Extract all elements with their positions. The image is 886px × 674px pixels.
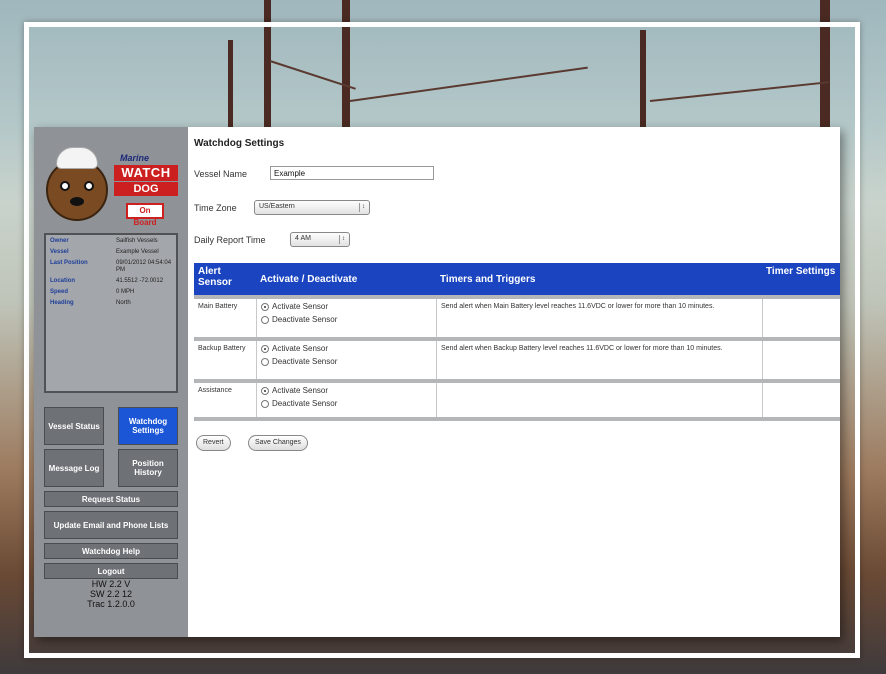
dog-eye: [84, 181, 94, 191]
timer-settings-cell: [762, 299, 840, 337]
vessel-status-button[interactable]: Vessel Status: [44, 407, 104, 445]
col-activate: Activate / Deactivate: [260, 273, 358, 285]
logo-onboard-badge: On Board: [126, 203, 164, 227]
time-zone-select[interactable]: US/Eastern ↕: [254, 200, 370, 215]
sensor-name: Backup Battery: [198, 345, 246, 352]
app-window: Marine WATCH DOG On Board Owner Sailfish…: [34, 127, 840, 637]
request-status-button[interactable]: Request Status: [44, 491, 178, 507]
status-key: Owner: [50, 238, 69, 244]
time-zone-value: US/Eastern: [259, 203, 295, 210]
updown-arrows-icon: ↕: [359, 203, 367, 212]
daily-report-select[interactable]: 4 AM ↕: [290, 232, 350, 247]
radio-checked[interactable]: [261, 386, 269, 395]
radio-unchecked[interactable]: [261, 399, 269, 408]
activate-label: Activate Sensor: [272, 344, 329, 353]
watchdog-help-button[interactable]: Watchdog Help: [44, 543, 178, 559]
radio-unchecked[interactable]: [261, 315, 269, 324]
vessel-name-label: Vessel Name: [194, 169, 248, 179]
col-timers: Timers and Triggers: [440, 273, 536, 285]
deactivate-option[interactable]: Deactivate Sensor: [261, 315, 432, 324]
hw-version: HW 2.2 V: [91, 579, 131, 589]
table-row: Backup Battery Activate Sensor Deactivat…: [194, 337, 840, 379]
status-row: Location 41.5512 -72.0012: [50, 278, 172, 285]
updown-arrows-icon: ↕: [339, 235, 347, 244]
col-alert-sensor: Alert Sensor: [198, 266, 232, 288]
dog-nose: [70, 197, 84, 206]
status-row: Vessel Example Vessel: [50, 249, 172, 256]
status-key: Heading: [50, 300, 74, 306]
sensor-name: Assistance: [198, 387, 232, 394]
activate-option[interactable]: Activate Sensor: [261, 344, 432, 353]
dog-eye: [60, 181, 70, 191]
timer-settings-cell: [762, 383, 840, 417]
logo-marine-text: Marine: [120, 153, 150, 163]
deactivate-label: Deactivate Sensor: [272, 315, 338, 324]
logo-watch-text: WATCH: [114, 165, 178, 181]
activate-cell: Activate Sensor Deactivate Sensor: [256, 341, 436, 379]
position-history-button[interactable]: Position History: [118, 449, 178, 487]
table-row: Assistance Activate Sensor Deactivate Se…: [194, 379, 840, 421]
trigger-text: Send alert when Main Battery level reach…: [436, 299, 762, 337]
activate-cell: Activate Sensor Deactivate Sensor: [256, 299, 436, 337]
page-title: Watchdog Settings: [194, 138, 285, 149]
activate-option[interactable]: Activate Sensor: [261, 386, 432, 395]
timer-settings-cell: [762, 341, 840, 379]
deactivate-label: Deactivate Sensor: [272, 399, 338, 408]
revert-button[interactable]: Revert: [196, 435, 231, 451]
tracker-version: Trac 1.2.0.0: [87, 599, 135, 609]
radio-checked[interactable]: [261, 302, 269, 311]
watchdog-settings-button[interactable]: Watchdog Settings: [118, 407, 178, 445]
daily-report-value: 4 AM: [295, 235, 311, 242]
col-timer-settings: Timer Settings: [766, 266, 836, 277]
trigger-text: Send alert when Backup Battery level rea…: [436, 341, 762, 379]
time-zone-label: Time Zone: [194, 203, 237, 213]
logout-button[interactable]: Logout: [44, 563, 178, 579]
message-log-button[interactable]: Message Log: [44, 449, 104, 487]
status-key: Last Position: [50, 260, 88, 266]
status-value: 09/01/2012 04:54:04 PM: [116, 260, 172, 273]
deactivate-option[interactable]: Deactivate Sensor: [261, 357, 432, 366]
status-row: Last Position 09/01/2012 04:54:04 PM: [50, 260, 172, 274]
logo-dog-text: DOG: [114, 182, 178, 196]
version-info: HW 2.2 V SW 2.2 12 Trac 1.2.0.0: [44, 579, 178, 609]
main-content: Watchdog Settings Vessel Name Time Zone …: [194, 127, 840, 637]
sailor-hat-icon: [56, 147, 98, 169]
update-email-phone-button[interactable]: Update Email and Phone Lists: [44, 511, 178, 539]
vessel-status-panel: Owner Sailfish Vessels Vessel Example Ve…: [44, 233, 178, 393]
status-value: Example Vessel: [116, 249, 159, 255]
status-row: Owner Sailfish Vessels: [50, 238, 172, 245]
status-key: Speed: [50, 289, 69, 295]
status-key: Location: [50, 278, 75, 284]
status-value: North: [116, 300, 131, 306]
watchdog-logo: Marine WATCH DOG On Board: [42, 145, 180, 231]
vessel-name-input[interactable]: [270, 166, 434, 180]
sw-version: SW 2.2 12: [89, 589, 133, 599]
daily-report-label: Daily Report Time: [194, 235, 266, 245]
table-header: Alert Sensor Activate / Deactivate Timer…: [194, 263, 840, 295]
status-row: Speed 0 MPH: [50, 289, 172, 296]
deactivate-option[interactable]: Deactivate Sensor: [261, 399, 432, 408]
status-row: Heading North: [50, 300, 172, 307]
activate-option[interactable]: Activate Sensor: [261, 302, 432, 311]
status-value: Sailfish Vessels: [116, 238, 158, 244]
radio-checked[interactable]: [261, 344, 269, 353]
activate-label: Activate Sensor: [272, 302, 329, 311]
status-value: 41.5512 -72.0012: [116, 278, 164, 284]
activate-cell: Activate Sensor Deactivate Sensor: [256, 383, 436, 417]
sensor-name: Main Battery: [198, 303, 238, 310]
deactivate-label: Deactivate Sensor: [272, 357, 338, 366]
trigger-text: [436, 383, 762, 417]
sidebar: Marine WATCH DOG On Board Owner Sailfish…: [34, 127, 188, 637]
radio-unchecked[interactable]: [261, 357, 269, 366]
status-key: Vessel: [50, 249, 69, 255]
table-row: Main Battery Activate Sensor Deactivate …: [194, 295, 840, 337]
save-changes-button[interactable]: Save Changes: [248, 435, 308, 451]
status-value: 0 MPH: [116, 289, 135, 295]
activate-label: Activate Sensor: [272, 386, 329, 395]
alert-sensor-table: Alert Sensor Activate / Deactivate Timer…: [194, 263, 840, 421]
